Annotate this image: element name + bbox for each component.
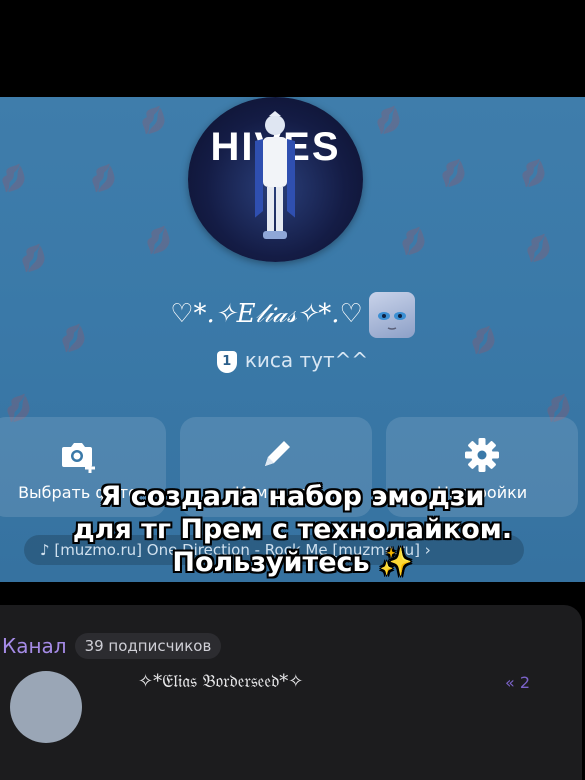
pencil-icon [265,441,290,466]
display-name-text: ♡*.✧𝐸𝓁𝒾𝒶𝓈✧*.♡ [170,299,363,329]
gear-icon [465,438,499,472]
video-caption: Я создала набор эмодзи для тг Прем с тех… [0,480,585,579]
channel-title: Канал [2,634,67,658]
channel-post-title: ✧*𝔈𝔩𝔦𝔞𝔰 𝔅𝔬𝔯𝔡𝔢𝔯𝔰𝔢𝔢𝔡*✧ [138,671,304,692]
status-line: 1 киса тут^^ [0,348,585,373]
profile-avatar[interactable]: HIVES [188,97,363,262]
subscriber-count-badge: 39 подписчиков [74,633,222,659]
camera-add-icon [62,443,95,473]
custom-emoji-face [368,292,415,338]
post-read-status: « 2 [505,673,531,692]
caption-line-3: Пользуйтесь ✨ [172,547,413,578]
caption-line-2: для тг Прем с технолайком. [72,514,513,545]
channel-avatar[interactable] [10,671,82,743]
status-text: киса тут^^ [244,348,369,372]
channel-card[interactable]: Канал 39 подписчиков ✧*𝔈𝔩𝔦𝔞𝔰 𝔅𝔬𝔯𝔡𝔢𝔯𝔰𝔢𝔢𝔡*… [0,605,582,780]
character-figure [255,111,295,239]
profile-display-name: ♡*.✧𝐸𝓁𝒾𝒶𝓈✧*.♡ [0,292,585,338]
channel-header: Канал 39 подписчиков [2,633,222,659]
emoji-face-icon [377,312,406,330]
caption-line-1: Я создала набор эмодзи [100,481,485,512]
status-badge: 1 [216,350,237,373]
